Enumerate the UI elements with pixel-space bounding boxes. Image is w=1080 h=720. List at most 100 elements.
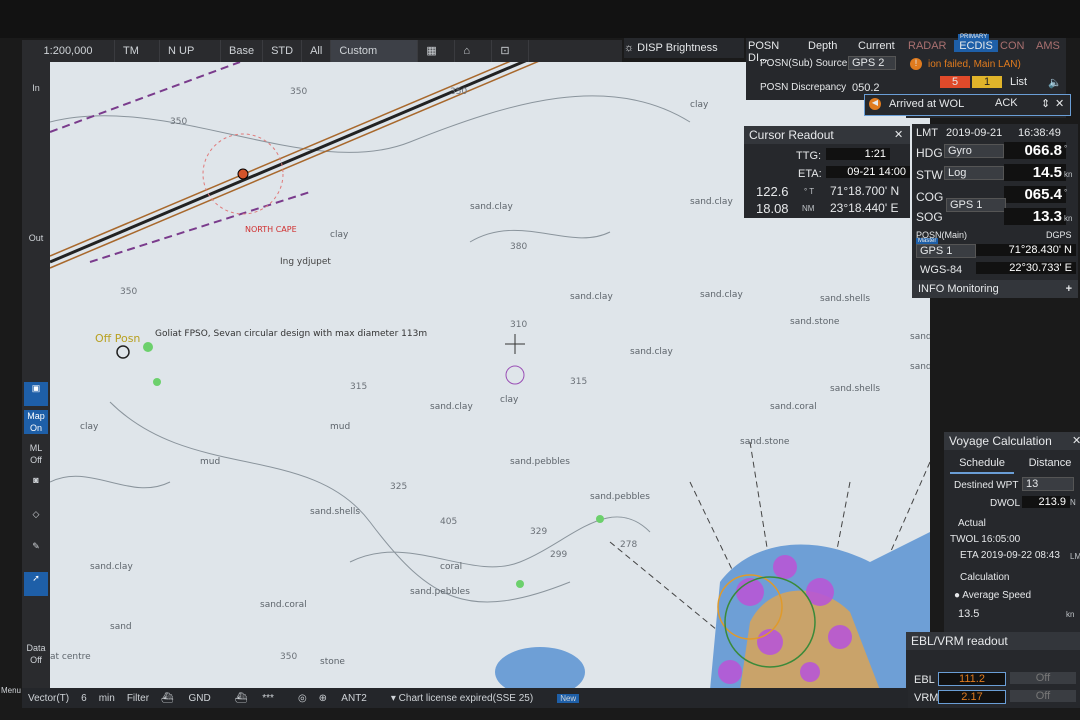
zoom-out-button[interactable]: Out (24, 232, 48, 256)
hdg-unit: ° (1064, 144, 1068, 153)
ebl-vrm-panel: EBL/VRM readout EBL 111.2 Off VRM 2.17 O… (906, 632, 1080, 708)
range-unit: NM (802, 204, 815, 213)
seabed-label: sand.stone (790, 317, 840, 327)
alert-list-button[interactable]: List (1010, 76, 1027, 88)
destined-wpt-select[interactable]: 13 (1022, 477, 1074, 491)
posn-source-select[interactable]: GPS 1 (916, 244, 976, 258)
scale-button[interactable]: 1:200,000 (22, 40, 115, 62)
vrm-off-button[interactable]: Off (1010, 690, 1076, 702)
filter-button[interactable]: Filter (127, 693, 149, 704)
pipeline-label: Ing ydjupet (280, 257, 331, 267)
brightness-button[interactable]: ☼ DISP Brightness (624, 38, 744, 58)
depth-sounding: 329 (530, 527, 548, 537)
zoom-icon[interactable]: ⊡ (492, 40, 530, 62)
home-icon[interactable]: ⌂ (455, 40, 493, 62)
vrm-value[interactable]: 2.17 (938, 690, 1006, 704)
depth-sounding: 350 (170, 117, 188, 127)
warning-count[interactable]: 1 (972, 76, 1002, 88)
depth-sounding: 299 (550, 550, 568, 560)
camera-icon[interactable]: ◙ (24, 474, 48, 498)
depth-sounding: 405 (440, 517, 458, 527)
eraser-icon[interactable]: ◇ (24, 508, 48, 532)
info-monitoring-bar[interactable]: INFO Monitoring + (912, 280, 1078, 298)
hdg-source-select[interactable]: Gyro (944, 144, 1004, 158)
ebl-value[interactable]: 111.2 (938, 672, 1006, 686)
alarm-count[interactable]: 5 (940, 76, 970, 88)
active-alert-bar[interactable]: ◀ Arrived at WOL ACK ⇕ ✕ (864, 94, 1071, 116)
actual-label: Actual (958, 518, 986, 529)
seabed-label: stone (320, 657, 345, 667)
display-std-button[interactable]: STD (263, 40, 303, 62)
pen-icon[interactable]: ✎ (24, 540, 48, 564)
updown-icon[interactable]: ⇕ (1041, 97, 1050, 110)
tab-radar[interactable]: RADAR (908, 40, 950, 52)
map-on-button[interactable]: Map On (24, 410, 48, 434)
sog-label: SOG (916, 210, 943, 224)
radar-icon[interactable]: ◎ (298, 693, 307, 704)
motion-mode-button[interactable]: TM (115, 40, 160, 62)
tab-conn[interactable]: CON (1000, 40, 1024, 52)
seabed-label: clay (80, 422, 99, 432)
cog-unit: ° (1064, 188, 1068, 197)
posn-disc-value[interactable]: 050.2 (852, 82, 880, 94)
off-posn-label: Off Posn (95, 332, 141, 345)
cog-sog-source-select[interactable]: GPS 1 (946, 198, 1006, 212)
license-message[interactable]: ▾ Chart license expired(SSE 25) (391, 693, 545, 704)
stw-value: 14.5 (1004, 164, 1066, 181)
depth-tab[interactable]: Depth (808, 40, 837, 52)
seabed-label: sand.pebbles (590, 492, 650, 502)
vector-label[interactable]: Vector(T) (28, 693, 69, 704)
bottom-status-bar: Vector(T) 6 min Filter ⛴ GND ⛴ *** ◎ ⊕ A… (22, 688, 908, 708)
vector-value[interactable]: 6 (81, 693, 87, 704)
cursor-icon[interactable]: ➚ (24, 572, 48, 596)
close-icon[interactable]: ✕ (1055, 97, 1064, 110)
depth-sounding: 315 (570, 377, 588, 387)
seabed-label: sand.clay (430, 402, 473, 412)
ttg-label: TTG: (796, 150, 822, 162)
chart-icon[interactable]: ▦ (418, 40, 456, 62)
dwol-value: 213.9 (1022, 496, 1070, 508)
new-badge[interactable]: New (557, 693, 580, 703)
sensor-source-panel: POSN DI... Depth Current POSN(Sub) Sourc… (746, 38, 906, 100)
cursor-lat: 71°18.700' N (830, 184, 900, 198)
ml-off-button[interactable]: ML Off (24, 442, 48, 466)
ship-icon: ⛴ (161, 692, 174, 704)
cursor-range: 18.08 (756, 201, 789, 216)
seabed-label: sand (110, 622, 132, 632)
gnd-button[interactable]: ⛴ GND (161, 693, 223, 704)
plus-icon[interactable]: + (1066, 280, 1072, 298)
alert-icon: ! (910, 58, 922, 70)
ant-button[interactable]: ⊕ ANT2 (319, 693, 379, 704)
alert-message[interactable]: ion failed, Main LAN) (928, 59, 1021, 70)
tab-distance[interactable]: Distance (1020, 454, 1080, 472)
display-custom-button[interactable]: Custom (331, 40, 419, 62)
tab-schedule[interactable]: Schedule (950, 454, 1014, 474)
eta-value: ETA 2019-09-22 08:43 (960, 550, 1060, 561)
orientation-button[interactable]: N UP (160, 40, 221, 62)
tab-ecdis[interactable]: ECDIS (954, 40, 998, 52)
ack-button[interactable]: ACK (995, 97, 1018, 109)
posn-sub-select[interactable]: GPS 2 (848, 56, 896, 70)
speaker-icon[interactable]: 🔈 (1048, 76, 1062, 89)
menu-button[interactable]: Menu (0, 686, 22, 706)
close-icon[interactable]: ✕ (1072, 434, 1080, 447)
layer-icon[interactable]: ▣ (24, 382, 48, 406)
display-all-button[interactable]: All (302, 40, 332, 62)
ebl-off-button[interactable]: Off (1010, 672, 1076, 684)
eta-value: 09-21 14:00 (826, 166, 910, 178)
avg-speed-radio[interactable]: ● Average Speed (954, 590, 1031, 601)
tab-ams[interactable]: AMS (1036, 40, 1060, 52)
avg-speed-value[interactable]: 13.5 (958, 608, 979, 620)
display-base-button[interactable]: Base (221, 40, 264, 62)
active-alert-text: Arrived at WOL (889, 98, 965, 110)
zoom-in-button[interactable]: In (24, 82, 48, 106)
current-tab[interactable]: Current (858, 40, 895, 52)
sog-unit: kn (1064, 214, 1073, 223)
vrm-label: VRM (914, 692, 939, 704)
seabed-label: clay (690, 100, 709, 110)
stars-indicator[interactable]: ⛴ *** (235, 693, 286, 704)
data-off-button[interactable]: Data Off (24, 642, 48, 666)
seabed-label: sand.clay (470, 202, 513, 212)
close-icon[interactable]: ✕ (894, 128, 903, 141)
stw-source-select[interactable]: Log (944, 166, 1004, 180)
